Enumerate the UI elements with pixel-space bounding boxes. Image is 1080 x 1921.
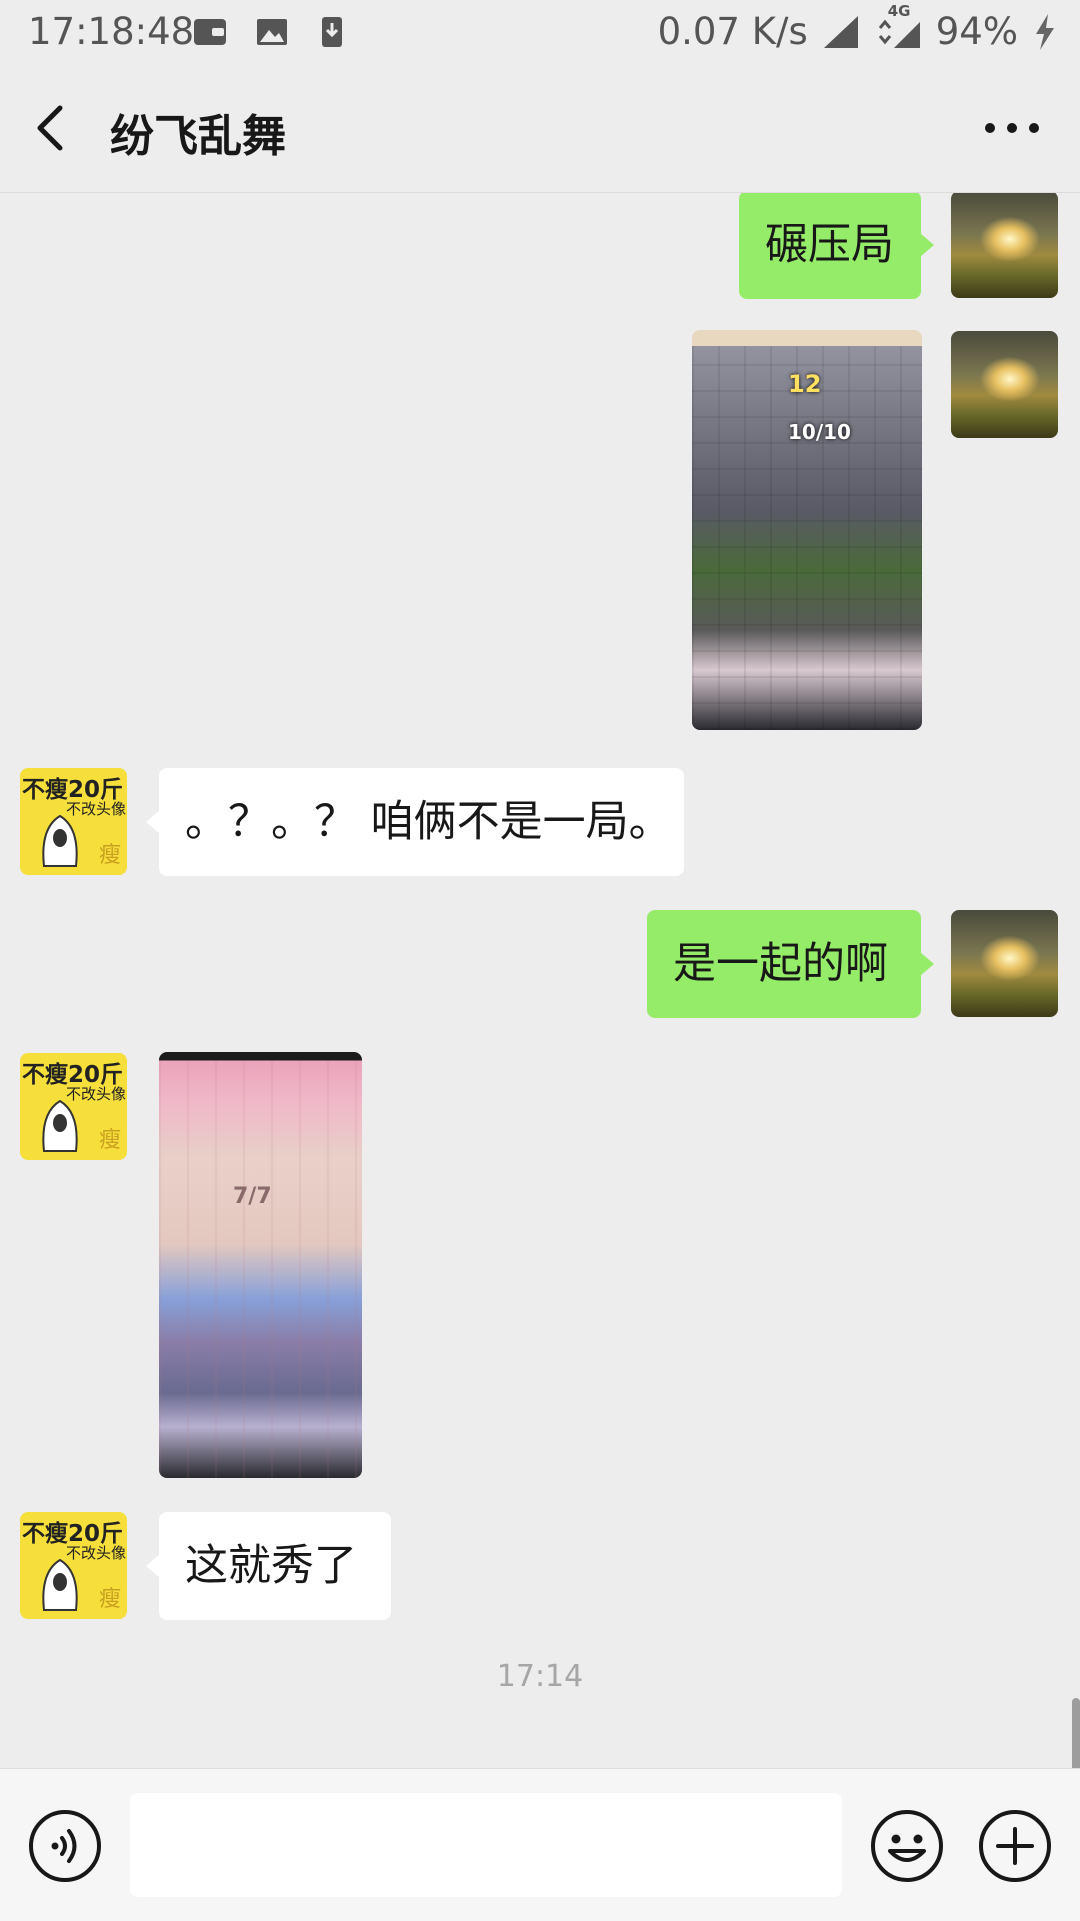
more-icon[interactable]: [984, 120, 1040, 136]
unit-count: 7/7: [233, 1184, 272, 1209]
image-message[interactable]: 7/7: [159, 1052, 362, 1478]
plus-icon[interactable]: [978, 1809, 1052, 1883]
battery-level: 94%: [935, 10, 1018, 53]
contact-avatar[interactable]: 不瘦20斤 不改头像 瘦: [20, 1512, 127, 1619]
back-arrow-icon[interactable]: [30, 98, 76, 158]
wallet-icon: [194, 19, 226, 45]
status-right: 0.07 K/s 4G 94%: [657, 2, 1058, 53]
chat-title: 纷飞乱舞: [110, 111, 286, 162]
message-list[interactable]: 碾压局 12 10/10 不瘦20斤 不改头像 瘦 。？。？ 咱俩不是一局。 是…: [0, 193, 1080, 1768]
message-bubble[interactable]: 这就秀了: [146, 1512, 391, 1620]
scrollbar[interactable]: [1072, 1698, 1080, 1768]
download-icon: [322, 17, 342, 47]
time-separator: 17:14: [496, 1659, 584, 1694]
status-time: 17:18:48: [28, 10, 195, 53]
contact-avatar[interactable]: 不瘦20斤 不改头像 瘦: [20, 768, 127, 875]
ghost-sticker-icon: [42, 1558, 78, 1611]
emoji-icon[interactable]: [870, 1809, 944, 1883]
round-number: 12: [788, 370, 822, 398]
chat-header: 纷飞乱舞: [0, 64, 1080, 193]
message-bubble[interactable]: 。？。？ 咱俩不是一局。: [146, 768, 684, 876]
self-avatar[interactable]: [951, 910, 1058, 1017]
charging-icon: [1036, 13, 1054, 50]
message-bubble[interactable]: 碾压局: [739, 193, 934, 299]
signal-icon: [823, 15, 858, 48]
unit-count: 10/10: [788, 420, 851, 444]
message-bubble[interactable]: 是一起的啊: [647, 910, 934, 1018]
voice-icon[interactable]: [28, 1809, 102, 1883]
input-bar: [0, 1768, 1080, 1921]
image-message[interactable]: 12 10/10: [692, 330, 922, 730]
network-4g-icon: 4G: [876, 2, 922, 50]
status-bar: 17:18:48 0.07 K/s 4G 94%: [0, 0, 1080, 64]
net-speed: 0.07 K/s: [657, 10, 808, 53]
self-avatar[interactable]: [951, 193, 1058, 298]
gallery-icon: [257, 19, 287, 45]
message-input[interactable]: [130, 1793, 842, 1897]
ghost-sticker-icon: [42, 1099, 78, 1152]
contact-avatar[interactable]: 不瘦20斤 不改头像 瘦: [20, 1053, 127, 1160]
ghost-sticker-icon: [42, 814, 78, 867]
self-avatar[interactable]: [951, 331, 1058, 438]
